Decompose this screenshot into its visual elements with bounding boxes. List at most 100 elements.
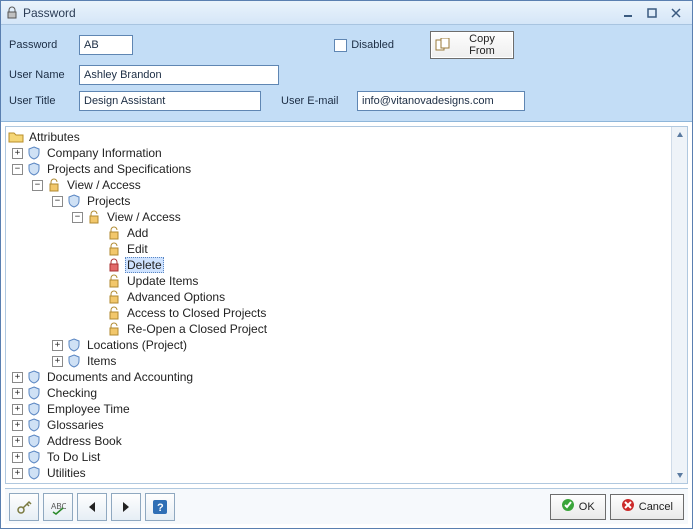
lock-closed-icon xyxy=(106,257,122,273)
tree-node-label: Utilities xyxy=(45,466,88,480)
expander-plus[interactable]: + xyxy=(12,388,23,399)
next-button[interactable] xyxy=(111,493,141,521)
tree-node-label: Update Items xyxy=(125,274,200,288)
usertitle-label: User Title xyxy=(9,95,73,107)
shield-icon xyxy=(66,337,82,353)
prev-button[interactable] xyxy=(77,493,107,521)
tree-node-label: Advanced Options xyxy=(125,290,227,304)
tree-node[interactable]: − Projects xyxy=(8,193,671,209)
expander-minus[interactable]: − xyxy=(12,164,23,175)
shield-icon xyxy=(66,193,82,209)
tree-node[interactable]: + Items xyxy=(8,353,671,369)
scrollbar[interactable] xyxy=(671,127,687,483)
expander-plus[interactable]: + xyxy=(52,340,63,351)
minimize-button[interactable] xyxy=(616,4,640,22)
copy-from-label: Copy From xyxy=(455,33,509,57)
tree-node[interactable]: +To Do List xyxy=(8,449,671,465)
tree-node[interactable]: Access to Closed Projects xyxy=(8,305,671,321)
ok-label: OK xyxy=(579,501,595,513)
tree-node-label: Locations (Project) xyxy=(85,338,189,352)
tree-node[interactable]: + Utilities xyxy=(8,465,671,481)
expander-plus[interactable]: + xyxy=(12,372,23,383)
password-label: Password xyxy=(9,39,73,51)
scroll-up-button[interactable] xyxy=(672,127,687,143)
tree-node-label: Projects xyxy=(85,194,132,208)
checkbox-box[interactable] xyxy=(334,39,347,52)
expander-plus[interactable]: + xyxy=(12,452,23,463)
help-button[interactable]: ? xyxy=(145,493,175,521)
tree-node[interactable]: + Employee Time xyxy=(8,401,671,417)
tree-node[interactable]: −View / Access xyxy=(8,177,671,193)
copy-icon xyxy=(435,38,451,52)
lock-open-icon xyxy=(106,289,122,305)
expander-minus[interactable]: − xyxy=(32,180,43,191)
tree-node-label: Address Book xyxy=(45,434,124,448)
usertitle-input[interactable] xyxy=(79,91,261,111)
tree-node-label: Employee Time xyxy=(45,402,132,416)
tree-node[interactable]: + Address Book xyxy=(8,433,671,449)
expander-plus[interactable]: + xyxy=(52,356,63,367)
tree-node-label: Re-Open a Closed Project xyxy=(125,322,269,336)
cancel-icon xyxy=(621,498,635,515)
spellcheck-button[interactable]: ABC xyxy=(43,493,73,521)
shield-icon xyxy=(26,465,42,481)
tree-node-label: Access to Closed Projects xyxy=(125,306,268,320)
lock-open-icon xyxy=(106,321,122,337)
shield-icon xyxy=(26,369,42,385)
expander-minus[interactable]: − xyxy=(52,196,63,207)
tree-node[interactable]: + Locations (Project) xyxy=(8,337,671,353)
lock-open-icon xyxy=(106,273,122,289)
copy-from-button[interactable]: Copy From xyxy=(430,31,514,59)
folder-icon xyxy=(8,129,24,145)
tree-node[interactable]: − Projects and Specifications xyxy=(8,161,671,177)
tree-node[interactable]: −View / Access xyxy=(8,209,671,225)
password-input[interactable] xyxy=(79,35,133,55)
key-button[interactable] xyxy=(9,493,39,521)
tree-node-label: Projects and Specifications xyxy=(45,162,193,176)
expander-minus[interactable]: − xyxy=(72,212,83,223)
useremail-label: User E-mail xyxy=(281,95,351,107)
expander-plus[interactable]: + xyxy=(12,420,23,431)
tree-node[interactable]: Delete xyxy=(8,257,671,273)
scroll-track[interactable] xyxy=(672,143,687,467)
tree-node[interactable]: Add xyxy=(8,225,671,241)
ok-button[interactable]: OK xyxy=(550,494,606,520)
tree-node[interactable]: Update Items xyxy=(8,273,671,289)
cancel-button[interactable]: Cancel xyxy=(610,494,684,520)
tree-node[interactable]: +Company Information xyxy=(8,145,671,161)
shield-icon xyxy=(26,433,42,449)
close-button[interactable] xyxy=(664,4,688,22)
shield-icon xyxy=(26,161,42,177)
expander-plus[interactable]: + xyxy=(12,148,23,159)
tree-node[interactable]: +Documents and Accounting xyxy=(8,369,671,385)
tree-node[interactable]: Re-Open a Closed Project xyxy=(8,321,671,337)
username-input[interactable] xyxy=(79,65,279,85)
disabled-checkbox[interactable]: Disabled xyxy=(334,39,394,52)
tree-root[interactable]: Attributes xyxy=(8,129,671,145)
disabled-label: Disabled xyxy=(351,39,394,51)
footer: ABC ? OK Cancel xyxy=(5,488,688,524)
tree-node-label: Add xyxy=(125,226,150,240)
shield-icon xyxy=(66,353,82,369)
tree-node[interactable]: + Glossaries xyxy=(8,417,671,433)
scroll-down-button[interactable] xyxy=(672,467,687,483)
shield-icon xyxy=(26,417,42,433)
maximize-button[interactable] xyxy=(640,4,664,22)
tree-container: Attributes+Company Information−Projects … xyxy=(5,126,688,484)
tree-node[interactable]: Advanced Options xyxy=(8,289,671,305)
attributes-tree[interactable]: Attributes+Company Information−Projects … xyxy=(6,127,671,483)
expander-plus[interactable]: + xyxy=(12,404,23,415)
tree-node-label: Delete xyxy=(125,257,164,273)
shield-icon xyxy=(26,145,42,161)
tree-node-label: Items xyxy=(85,354,118,368)
lock-open-icon xyxy=(106,225,122,241)
tree-node[interactable]: +Checking xyxy=(8,385,671,401)
lock-open-icon xyxy=(86,209,102,225)
useremail-input[interactable] xyxy=(357,91,525,111)
tree-node[interactable]: Edit xyxy=(8,241,671,257)
lock-open-icon xyxy=(46,177,62,193)
username-label: User Name xyxy=(9,69,73,81)
expander-plus[interactable]: + xyxy=(12,468,23,479)
tree-node-label: Glossaries xyxy=(45,418,106,432)
expander-plus[interactable]: + xyxy=(12,436,23,447)
